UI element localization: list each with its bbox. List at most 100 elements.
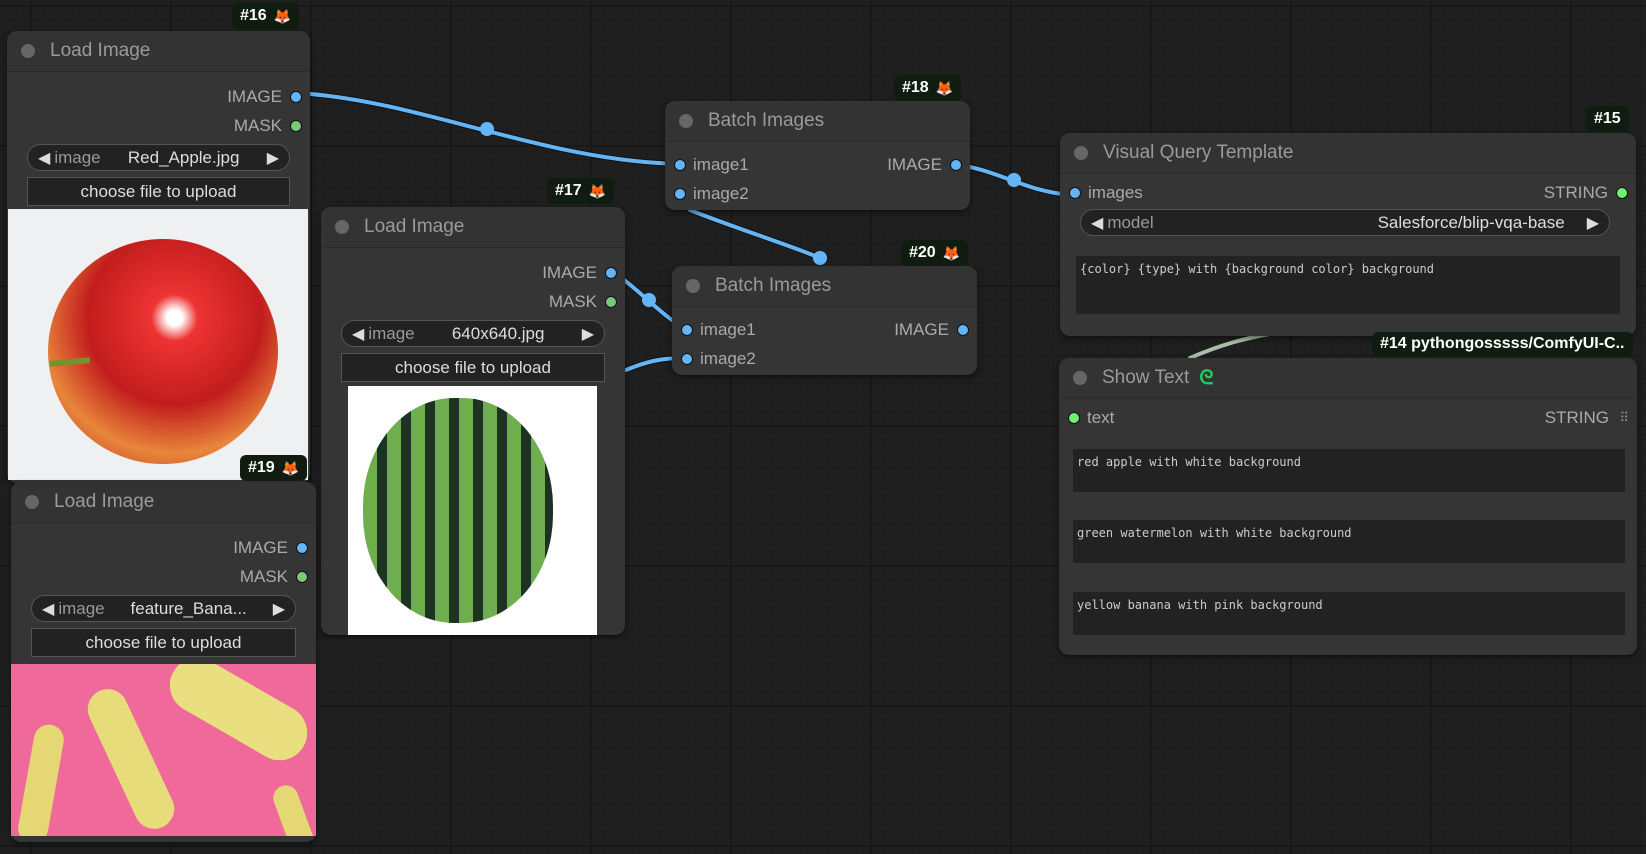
node-id: #16 bbox=[240, 7, 267, 24]
input-slot-image1[interactable]: image1 IMAGE bbox=[665, 150, 970, 179]
combo-label: image bbox=[368, 323, 415, 343]
output-text-1[interactable]: red apple with white background bbox=[1073, 449, 1625, 492]
input-slot-image2[interactable]: image2 bbox=[665, 179, 970, 208]
output-slot-label: IMAGE bbox=[894, 319, 949, 339]
wire-20out-to-18in2 bbox=[687, 207, 823, 261]
collapse-dot-icon[interactable] bbox=[21, 44, 35, 58]
load-image-node-19[interactable]: Load Image IMAGE MASK ◀ image feature_Ba… bbox=[11, 482, 316, 842]
node-id: #18 bbox=[902, 79, 929, 96]
slot-dot-icon[interactable] bbox=[290, 120, 302, 132]
output-slot-image[interactable]: IMAGE bbox=[11, 533, 316, 562]
slot-label: MASK bbox=[548, 291, 597, 311]
fox-icon: 🦊 bbox=[273, 7, 292, 24]
image-combo[interactable]: ◀ image feature_Bana... ▶ bbox=[31, 595, 296, 622]
image-preview-apple bbox=[8, 209, 308, 480]
image-combo[interactable]: ◀ image Red_Apple.jpg ▶ bbox=[27, 144, 290, 171]
fox-icon: 🦊 bbox=[281, 459, 300, 476]
output-slot-dot-icon[interactable] bbox=[1616, 187, 1628, 199]
combo-value[interactable]: 640x640.jpg bbox=[415, 324, 582, 344]
slot-dot-icon[interactable] bbox=[674, 188, 686, 200]
node-id-badge: #20 🦊 bbox=[901, 240, 969, 266]
load-image-node-16[interactable]: Load Image IMAGE MASK ◀ image Red_Apple.… bbox=[7, 31, 310, 483]
wire-midpoint-handle bbox=[642, 293, 656, 307]
slot-label: MASK bbox=[239, 566, 288, 586]
slot-dot-icon[interactable] bbox=[681, 324, 693, 336]
node-title-bar[interactable]: Batch Images bbox=[665, 101, 970, 142]
node-id: #20 bbox=[909, 244, 936, 261]
batch-images-node-18[interactable]: Batch Images image1 IMAGE image2 bbox=[665, 101, 970, 210]
arrow-left-icon[interactable]: ◀ bbox=[42, 599, 54, 619]
batch-images-node-20[interactable]: Batch Images image1 IMAGE image2 bbox=[672, 266, 977, 375]
combo-label: image bbox=[54, 147, 101, 167]
visual-query-template-node-15[interactable]: Visual Query Template images STRING ◀ mo… bbox=[1060, 133, 1636, 336]
output-slot-label: STRING bbox=[1543, 182, 1608, 202]
slot-dot-icon[interactable] bbox=[290, 91, 302, 103]
arrow-left-icon[interactable]: ◀ bbox=[352, 324, 364, 344]
model-combo[interactable]: ◀ model Salesforce/blip-vqa-base ▶ bbox=[1080, 209, 1610, 236]
slot-dot-icon[interactable] bbox=[1068, 412, 1080, 424]
node-id-badge: #19 🦊 bbox=[240, 455, 308, 481]
node-title: Show Text bbox=[1102, 367, 1190, 388]
node-title-bar[interactable]: Load Image bbox=[11, 482, 316, 523]
upload-button[interactable]: choose file to upload bbox=[341, 353, 605, 382]
input-slot-image1[interactable]: image1 IMAGE bbox=[672, 315, 977, 344]
node-title-bar[interactable]: Visual Query Template bbox=[1060, 133, 1636, 174]
collapse-dot-icon[interactable] bbox=[335, 220, 349, 234]
slot-dot-icon[interactable] bbox=[605, 267, 617, 279]
combo-label: model bbox=[1107, 212, 1154, 232]
arrow-left-icon[interactable]: ◀ bbox=[1091, 213, 1103, 233]
combo-value[interactable]: feature_Bana... bbox=[105, 599, 273, 619]
slot-dot-icon[interactable] bbox=[296, 542, 308, 554]
collapse-dot-icon[interactable] bbox=[679, 114, 693, 128]
output-slot-mask[interactable]: MASK bbox=[7, 111, 310, 140]
list-output-grid-icon[interactable]: ⠿ bbox=[1619, 410, 1629, 426]
node-title: Batch Images bbox=[708, 110, 825, 131]
collapse-dot-icon[interactable] bbox=[1074, 146, 1088, 160]
slot-dot-icon[interactable] bbox=[296, 571, 308, 583]
combo-value[interactable]: Salesforce/blip-vqa-base bbox=[1154, 213, 1587, 233]
output-slot-dot-icon[interactable] bbox=[957, 324, 969, 336]
node-id: #17 bbox=[555, 182, 582, 199]
output-slot-image[interactable]: IMAGE bbox=[7, 82, 310, 111]
node-title-bar[interactable]: Load Image bbox=[321, 207, 625, 248]
template-textarea[interactable]: {color} {type} with {background color} b… bbox=[1076, 256, 1620, 314]
input-slot-images[interactable]: images STRING bbox=[1060, 178, 1636, 207]
node-title: Load Image bbox=[50, 40, 151, 61]
node-title: Batch Images bbox=[715, 275, 832, 296]
output-text-3[interactable]: yellow banana with pink background bbox=[1073, 592, 1625, 635]
arrow-left-icon[interactable]: ◀ bbox=[38, 148, 50, 168]
node-id-badge: #15 bbox=[1586, 106, 1629, 132]
load-image-node-17[interactable]: Load Image IMAGE MASK ◀ image 640x640.jp… bbox=[321, 207, 625, 635]
output-slot-mask[interactable]: MASK bbox=[11, 562, 316, 591]
arrow-right-icon[interactable]: ▶ bbox=[267, 148, 279, 168]
arrow-right-icon[interactable]: ▶ bbox=[273, 599, 285, 619]
show-text-node-14[interactable]: Show Text ᘓ text STRING ⠿ red apple with… bbox=[1059, 358, 1637, 655]
upload-button[interactable]: choose file to upload bbox=[31, 628, 296, 657]
arrow-right-icon[interactable]: ▶ bbox=[1587, 213, 1599, 233]
image-combo[interactable]: ◀ image 640x640.jpg ▶ bbox=[341, 320, 605, 347]
output-slot-mask[interactable]: MASK bbox=[321, 287, 625, 316]
output-slot-label: IMAGE bbox=[887, 154, 942, 174]
node-title-bar[interactable]: Load Image bbox=[7, 31, 310, 72]
node-title-bar[interactable]: Show Text ᘓ bbox=[1059, 358, 1637, 399]
output-slot-dot-icon[interactable] bbox=[950, 159, 962, 171]
slot-dot-icon[interactable] bbox=[674, 159, 686, 171]
input-slot-text[interactable]: text STRING ⠿ bbox=[1059, 403, 1637, 432]
slot-dot-icon[interactable] bbox=[681, 353, 693, 365]
arrow-right-icon[interactable]: ▶ bbox=[582, 324, 594, 344]
upload-button[interactable]: choose file to upload bbox=[27, 177, 290, 206]
combo-value[interactable]: Red_Apple.jpg bbox=[101, 148, 267, 168]
node-title-bar[interactable]: Batch Images bbox=[672, 266, 977, 307]
output-text-2[interactable]: green watermelon with white background bbox=[1073, 520, 1625, 563]
collapse-dot-icon[interactable] bbox=[686, 279, 700, 293]
slot-dot-icon[interactable] bbox=[605, 296, 617, 308]
output-slot-image[interactable]: IMAGE bbox=[321, 258, 625, 287]
slot-label: image2 bbox=[693, 183, 749, 203]
collapse-dot-icon[interactable] bbox=[25, 495, 39, 509]
collapse-dot-icon[interactable] bbox=[1073, 371, 1087, 385]
input-slot-image2[interactable]: image2 bbox=[672, 344, 977, 373]
node-id-badge: #16 🦊 bbox=[232, 3, 300, 29]
slot-dot-icon[interactable] bbox=[1069, 187, 1081, 199]
node-id-badge: #18 🦊 bbox=[894, 75, 962, 101]
node-id: #15 bbox=[1594, 110, 1621, 127]
